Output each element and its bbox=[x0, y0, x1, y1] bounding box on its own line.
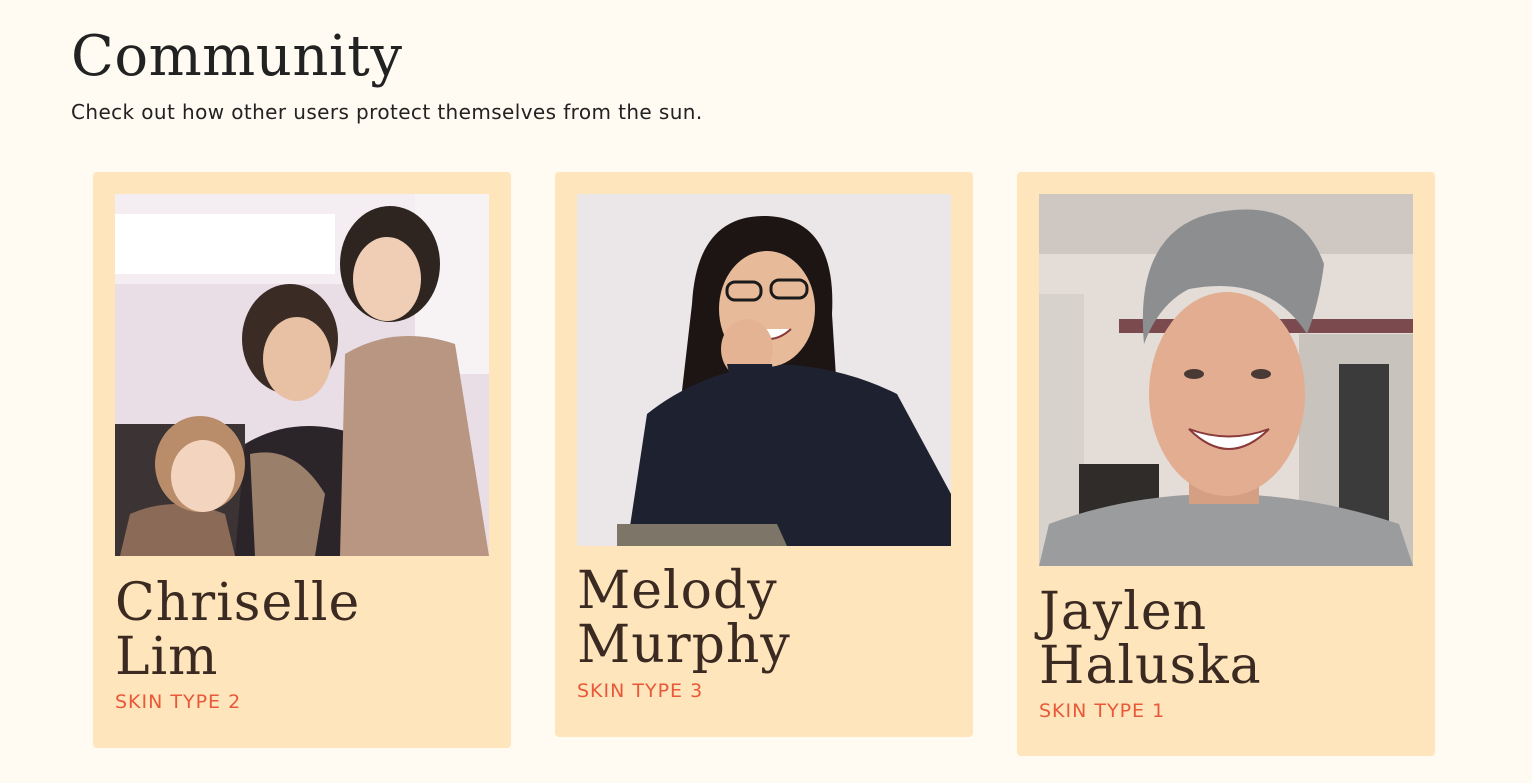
profile-photo bbox=[1039, 194, 1413, 566]
member-name: Jaylen Haluska bbox=[1039, 585, 1262, 693]
member-first-name: Melody bbox=[577, 561, 778, 621]
woman-portrait-image bbox=[577, 194, 951, 546]
man-portrait-image bbox=[1039, 194, 1413, 566]
page-subtitle: Check out how other users protect themse… bbox=[71, 100, 703, 124]
member-first-name: Jaylen bbox=[1039, 582, 1208, 642]
profile-photo bbox=[577, 194, 951, 546]
profile-photo bbox=[115, 194, 489, 556]
member-name: Melody Murphy bbox=[577, 564, 791, 672]
member-last-name: Lim bbox=[115, 627, 219, 687]
family-photo-image bbox=[115, 194, 489, 556]
member-name: Chriselle Lim bbox=[115, 576, 360, 684]
member-last-name: Murphy bbox=[577, 615, 791, 675]
skin-type-label: SKIN TYPE 3 bbox=[577, 680, 704, 702]
skin-type-label: SKIN TYPE 1 bbox=[1039, 700, 1166, 722]
community-card-melody-murphy[interactable]: Melody Murphy SKIN TYPE 3 bbox=[555, 172, 973, 737]
community-card-jaylen-haluska[interactable]: Jaylen Haluska SKIN TYPE 1 bbox=[1017, 172, 1435, 756]
member-first-name: Chriselle bbox=[115, 573, 361, 633]
member-last-name: Haluska bbox=[1039, 636, 1262, 696]
skin-type-label: SKIN TYPE 2 bbox=[115, 691, 242, 713]
community-card-chriselle-lim[interactable]: Chriselle Lim SKIN TYPE 2 bbox=[93, 172, 511, 748]
page-title: Community bbox=[71, 24, 403, 89]
